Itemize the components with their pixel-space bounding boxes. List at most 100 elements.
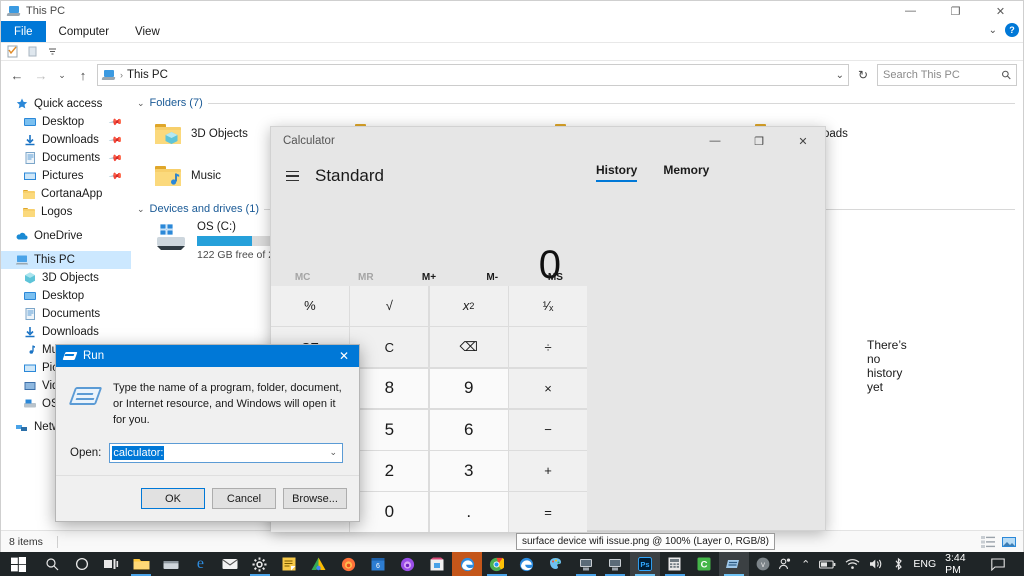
cancel-button[interactable]: Cancel [212,488,276,509]
paint-icon[interactable] [541,552,571,576]
maximize-button[interactable]: ❐ [933,1,978,21]
recent-locations-button[interactable]: ⌄ [55,65,69,85]
close-button[interactable]: ✕ [781,127,825,155]
google-ads-icon[interactable] [304,552,334,576]
key-9[interactable]: 9 [429,368,508,409]
file-explorer-icon[interactable] [126,552,156,576]
chevron-down-icon[interactable]: ⌄ [836,70,844,81]
chevron-up-icon[interactable]: ⌃ [801,558,810,571]
sidebar-item-downloads[interactable]: Downloads 📌 [1,131,131,149]
photoshop-icon[interactable]: Ps [630,552,660,576]
group-header-folders[interactable]: ⌄ Folders (7) [137,97,1023,109]
key-divide[interactable]: ÷ [509,327,587,367]
sidebar-item-onedrive[interactable]: OneDrive [1,227,131,245]
edge-chromium-icon[interactable] [512,552,542,576]
key-reciprocal[interactable]: ¹⁄ₓ [509,286,587,326]
bluetooth-icon[interactable] [893,557,904,571]
microsoft-store-icon[interactable] [423,552,453,576]
refresh-button[interactable]: ↻ [853,64,873,86]
breadcrumb-item-this-pc[interactable]: This PC [127,69,168,81]
chrome-icon[interactable] [482,552,512,576]
firefox-dev-icon[interactable] [393,552,423,576]
sidebar-item-logos[interactable]: Logos [1,203,131,221]
minimize-button[interactable]: — [693,127,737,155]
camtasia-icon[interactable]: C [689,552,719,576]
up-button[interactable]: ↑ [73,65,93,85]
store-icon[interactable] [156,552,186,576]
remote-desktop-icon[interactable] [571,552,601,576]
open-input-value[interactable]: calculator: [112,445,165,460]
sticky-notes-icon[interactable] [275,552,305,576]
browse-button[interactable]: Browse... [283,488,347,509]
sidebar-item-desktop-2[interactable]: Desktop [1,287,131,305]
action-center-icon[interactable] [990,557,1005,571]
key-0[interactable]: 0 [350,492,429,532]
key-5[interactable]: 5 [350,409,429,450]
chevron-down-icon[interactable]: ⌄ [137,204,145,215]
hamburger-icon[interactable] [281,165,303,187]
search-box[interactable]: ⚲ [877,64,1017,86]
vlc-icon[interactable]: v [749,552,779,576]
edge-legacy-icon[interactable] [452,552,482,576]
pin-icon[interactable]: 📌 [108,168,123,184]
windows-start-icon[interactable] [0,552,38,576]
sidebar-item-quick-access[interactable]: Quick access [1,95,131,113]
volume-icon[interactable] [869,558,884,570]
task-view-icon[interactable] [97,552,127,576]
key-decimal[interactable]: . [429,492,508,532]
key-add[interactable]: + [509,451,587,491]
close-button[interactable]: ✕ [329,345,359,367]
forward-button[interactable]: → [31,65,51,85]
minimize-button[interactable]: — [888,1,933,21]
key-squared[interactable]: x2 [429,286,508,326]
key-6[interactable]: 6 [429,409,508,450]
sidebar-item-documents-2[interactable]: Documents [1,305,131,323]
key-3[interactable]: 3 [429,451,508,491]
sidebar-item-this-pc[interactable]: This PC [1,251,131,269]
sidebar-item-downloads-2[interactable]: Downloads [1,323,131,341]
customize-qat-icon[interactable] [46,45,59,58]
back-button[interactable]: ← [7,65,27,85]
calendar-icon[interactable]: 6 [363,552,393,576]
key-backspace[interactable]: ⌫ [429,327,508,367]
chevron-down-icon[interactable]: ⌄ [137,98,145,109]
tab-file[interactable]: File [1,21,46,42]
mail-icon[interactable] [215,552,245,576]
settings-icon[interactable] [245,552,275,576]
chevron-down-icon[interactable]: ⌄ [989,25,997,36]
tab-view[interactable]: View [122,21,173,42]
large-icons-view-icon[interactable] [1001,535,1017,549]
cortana-icon[interactable] [67,552,97,576]
tab-history[interactable]: History [596,163,638,182]
tab-memory[interactable]: Memory [663,163,709,182]
people-icon[interactable] [778,557,792,571]
key-square-root[interactable]: √ [350,286,429,326]
open-combobox[interactable]: calculator: ⌄ [109,442,343,463]
key-subtract[interactable]: − [509,409,587,450]
key-8[interactable]: 8 [350,368,429,409]
clock[interactable]: 3:44 PM [945,552,981,576]
key-clear[interactable]: C [350,327,429,367]
sidebar-item-pictures[interactable]: Pictures 📌 [1,167,131,185]
remote-desktop-2-icon[interactable] [600,552,630,576]
sidebar-item-cortanaapp[interactable]: CortanaApp [1,185,131,203]
wifi-icon[interactable] [845,558,860,570]
search-icon[interactable] [38,552,68,576]
new-folder-icon[interactable] [26,45,39,58]
pin-icon[interactable]: 📌 [108,132,123,148]
properties-icon[interactable] [6,45,19,58]
battery-icon[interactable] [819,559,836,570]
chevron-down-icon[interactable]: ⌄ [329,447,337,458]
key-percent[interactable]: % [271,286,349,326]
sidebar-item-3d-objects[interactable]: 3D Objects [1,269,131,287]
key-equals[interactable]: = [509,492,587,532]
language-indicator[interactable]: ENG [913,558,936,570]
key-2[interactable]: 2 [350,451,429,491]
firefox-icon[interactable] [334,552,364,576]
edge-icon[interactable]: e [186,552,216,576]
show-desktop-button[interactable] [1014,552,1020,576]
details-view-icon[interactable] [980,535,996,549]
close-button[interactable]: ✕ [978,1,1023,21]
ok-button[interactable]: OK [141,488,205,509]
maximize-button[interactable]: ❐ [737,127,781,155]
